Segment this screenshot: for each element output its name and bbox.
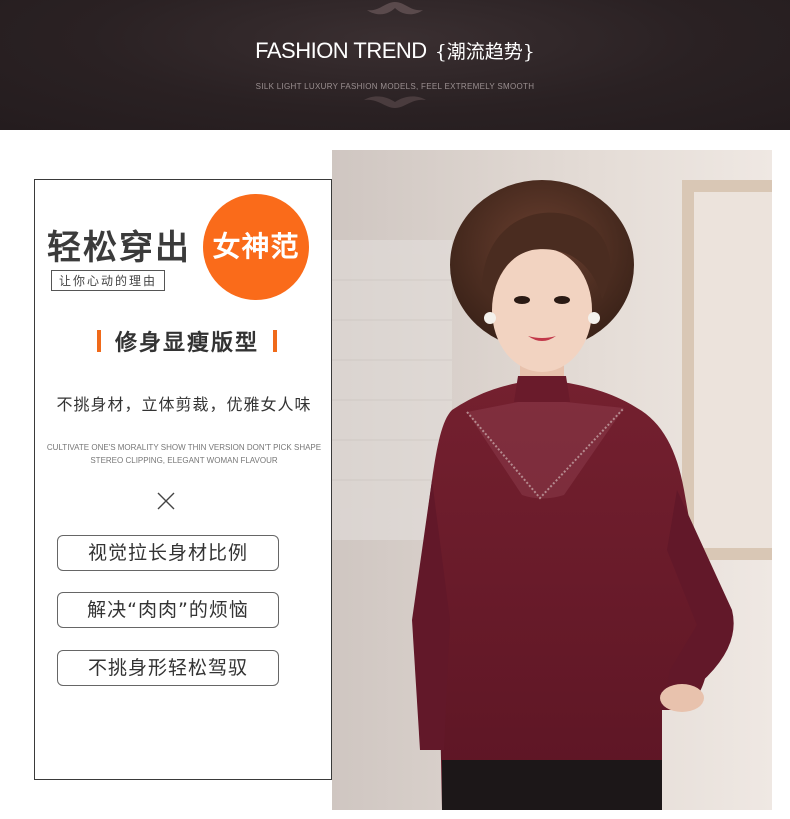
accent-bar-right — [273, 330, 277, 352]
top-ornament-icon — [367, 2, 423, 15]
accent-bar-left — [96, 330, 101, 352]
bottom-ornament-icon — [364, 96, 426, 108]
goddess-badge: 女神范 — [203, 194, 309, 300]
feature-panel: 轻松穿出 让你心动的理由 女神范 修身显瘦版型 不挑身材，立体剪裁，优雅女人味 … — [34, 179, 332, 780]
header-title: FASHION TREND {潮流趋势} — [0, 37, 790, 64]
description-en-line2: STEREO CLIPPING, ELEGANT WOMAN FLAVOUR — [90, 456, 278, 465]
feature-title-text: 修身显瘦版型 — [114, 331, 259, 356]
feature-title: 修身显瘦版型 — [67, 325, 307, 357]
header-title-cn: {潮流趋势} — [434, 41, 535, 63]
tagline: 让你心动的理由 — [51, 270, 166, 291]
description: 不挑身材，立体剪裁，优雅女人味 — [56, 395, 312, 414]
cross-icon — [157, 492, 175, 510]
benefit-pill: 视觉拉长身材比例 — [57, 535, 279, 571]
description-en: CULTIVATE ONE'S MORALITY SHOW THIN VERSI… — [35, 441, 333, 467]
headline: 轻松穿出 — [47, 228, 191, 268]
description-en-line1: CULTIVATE ONE'S MORALITY SHOW THIN VERSI… — [46, 443, 322, 452]
header-subtitle: SILK LIGHT LUXURY FASHION MODELS, FEEL E… — [255, 82, 535, 91]
benefit-pill: 解决“肉肉”的烦恼 — [57, 592, 279, 628]
product-photo — [332, 150, 772, 810]
benefit-pill: 不挑身形轻松驾驭 — [57, 650, 279, 686]
header-title-en: FASHION TREND — [255, 38, 427, 63]
header-banner: FASHION TREND {潮流趋势} SILK LIGHT LUXURY FA… — [0, 0, 790, 130]
